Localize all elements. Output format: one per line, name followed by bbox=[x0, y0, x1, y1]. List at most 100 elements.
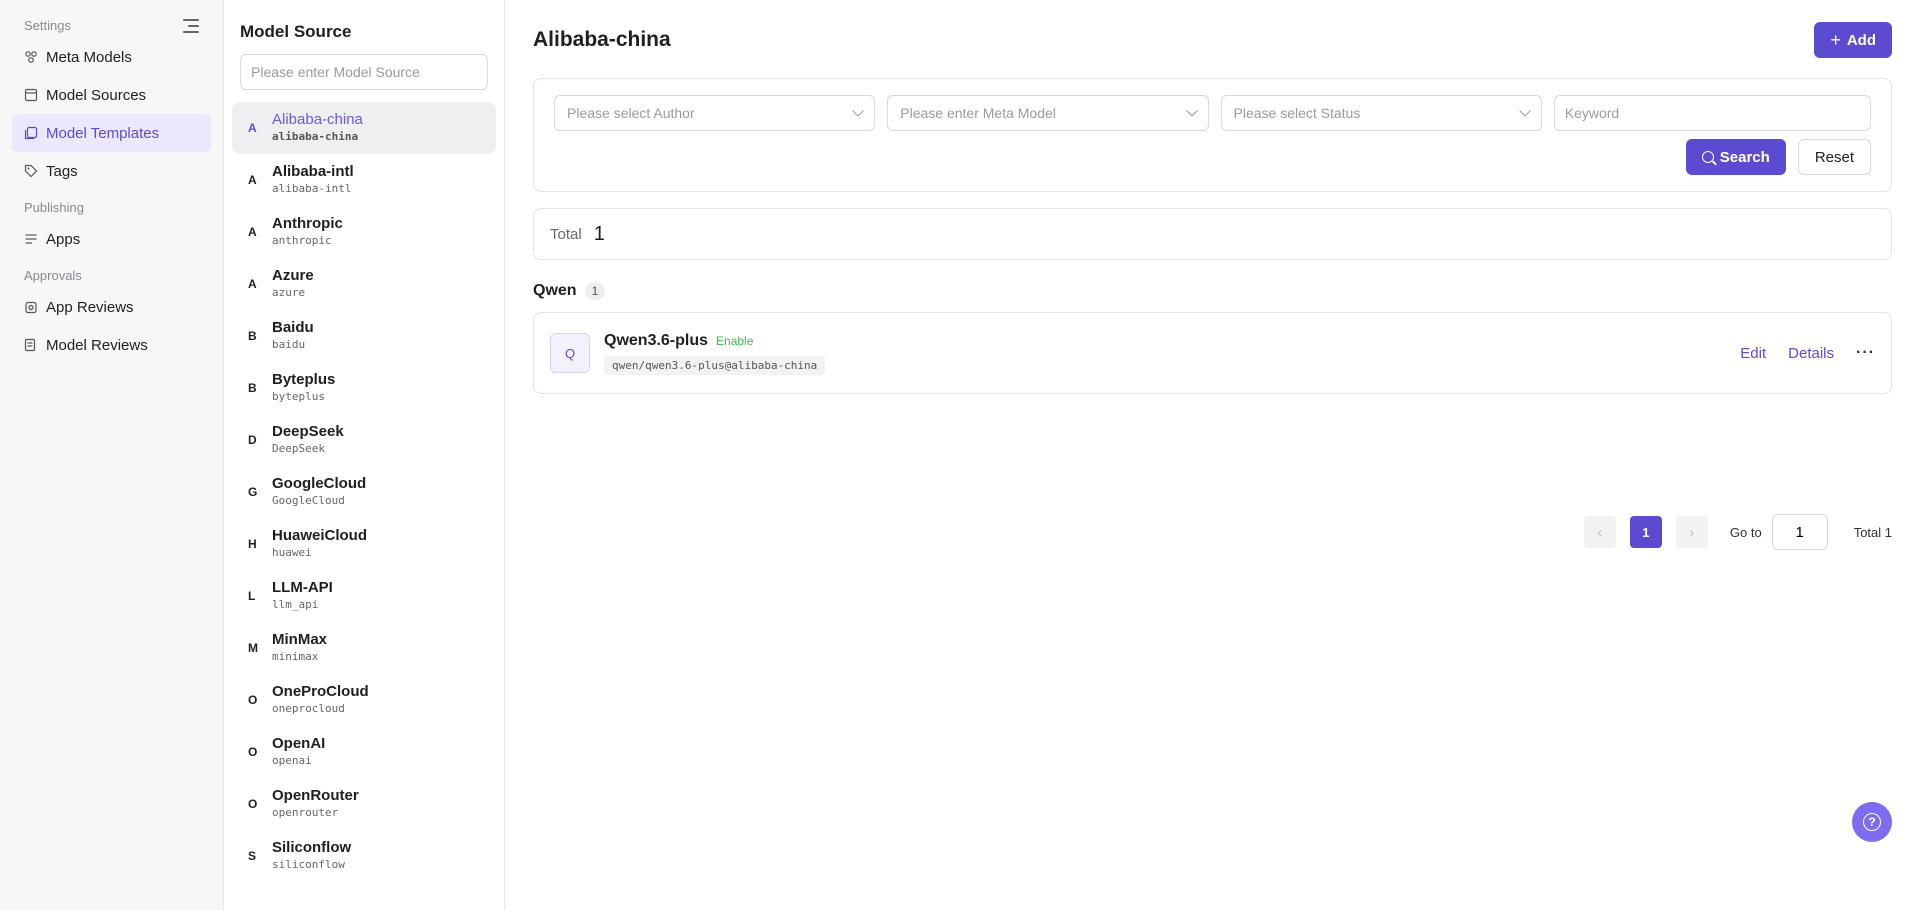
reset-button[interactable]: Reset bbox=[1797, 139, 1871, 175]
search-button[interactable]: Search bbox=[1685, 139, 1786, 175]
model-source-item[interactable]: A Azure azure bbox=[232, 258, 496, 310]
model-info: Qwen3.6-plus Enable qwen/qwen3.6-plus@al… bbox=[604, 332, 1740, 375]
model-source-item[interactable]: O OpenRouter openrouter bbox=[232, 778, 496, 830]
model-code: qwen/qwen3.6-plus@alibaba-china bbox=[604, 355, 826, 375]
nav-item-model-templates[interactable]: Model Templates bbox=[12, 114, 211, 152]
source-letter: A bbox=[248, 277, 257, 291]
filter-panel: Please select Author Please enter Meta M… bbox=[533, 78, 1892, 192]
help-button[interactable]: ? bbox=[1852, 802, 1892, 842]
source-code: anthropic bbox=[272, 234, 332, 247]
edit-button[interactable]: Edit bbox=[1740, 345, 1766, 362]
filter-actions: Search Reset bbox=[554, 139, 1871, 175]
more-options-icon[interactable]: ··· bbox=[1856, 344, 1875, 362]
group-header: Qwen 1 bbox=[533, 280, 1892, 302]
source-letter: B bbox=[248, 329, 257, 343]
model-reviews-icon bbox=[24, 338, 38, 352]
source-name: MinMax bbox=[272, 631, 328, 648]
model-source-item[interactable]: A Alibaba-intl alibaba-intl bbox=[232, 154, 496, 206]
plus-icon: + bbox=[1830, 30, 1841, 50]
model-source-item[interactable]: O OneProCloud oneprocloud bbox=[232, 674, 496, 726]
nav-item-label: Apps bbox=[46, 230, 81, 248]
next-page-button[interactable]: › bbox=[1675, 516, 1708, 548]
source-code: llm_api bbox=[272, 598, 319, 611]
source-name: OneProCloud bbox=[272, 683, 369, 700]
model-avatar: Q bbox=[550, 333, 590, 373]
add-button[interactable]: + Add bbox=[1814, 22, 1892, 58]
nav-section-settings: Settings bbox=[12, 14, 211, 38]
model-source-panel: Model Source A Alibaba-china alibaba-china… bbox=[224, 0, 505, 910]
model-templates-icon bbox=[24, 126, 38, 140]
page-title: Alibaba-china bbox=[533, 28, 671, 51]
model-source-item[interactable]: B Byteplus byteplus bbox=[232, 362, 496, 414]
nav-item-label: Tags bbox=[46, 162, 78, 180]
nav-section-label: Publishing bbox=[24, 200, 84, 215]
source-name: GoogleCloud bbox=[272, 475, 367, 492]
pagination-total: Total 1 bbox=[1853, 524, 1892, 540]
add-button-label: Add bbox=[1846, 31, 1876, 49]
model-source-item[interactable]: O OpenAI openai bbox=[232, 726, 496, 778]
model-source-list: A Alibaba-china alibaba-china A Alibaba-int… bbox=[232, 102, 496, 882]
meta-model-select[interactable]: Please enter Meta Model bbox=[887, 95, 1209, 131]
model-source-item[interactable]: G GoogleCloud GoogleCloud bbox=[232, 466, 496, 518]
source-letter: L bbox=[248, 589, 256, 603]
source-letter: A bbox=[248, 173, 257, 187]
pagination: ‹ 1 › Go to Total 1 bbox=[1583, 514, 1892, 550]
model-source-item[interactable]: S Siliconflow siliconflow bbox=[232, 830, 496, 882]
model-source-title: Model Source bbox=[240, 22, 352, 41]
meta-models-icon bbox=[24, 50, 38, 64]
group-name: Qwen bbox=[533, 282, 577, 299]
nav-item-label: Meta Models bbox=[46, 48, 132, 66]
search-button-label: Search bbox=[1719, 148, 1770, 166]
model-source-item[interactable]: A Alibaba-china alibaba-china bbox=[232, 102, 496, 154]
nav-item-model-reviews[interactable]: Model Reviews bbox=[12, 326, 211, 364]
nav-item-apps[interactable]: Apps bbox=[12, 220, 211, 258]
apps-list-icon bbox=[24, 232, 38, 246]
nav-item-label: Model Templates bbox=[46, 124, 160, 142]
nav-item-meta-models[interactable]: Meta Models bbox=[12, 38, 211, 76]
chevron-down-icon bbox=[852, 105, 864, 117]
model-top-row: Qwen3.6-plus Enable bbox=[604, 332, 1740, 350]
nav-section-label: Approvals bbox=[24, 268, 82, 283]
author-select[interactable]: Please select Author bbox=[554, 95, 876, 131]
chevron-down-icon bbox=[1185, 105, 1198, 117]
source-letter: M bbox=[248, 641, 258, 655]
source-code: huawei bbox=[272, 546, 312, 559]
model-sources-icon bbox=[24, 88, 38, 102]
model-source-item[interactable]: L LLM-API llm_api bbox=[232, 570, 496, 622]
source-code: byteplus bbox=[272, 390, 325, 403]
model-actions: Edit Details ··· bbox=[1740, 344, 1875, 362]
source-letter: G bbox=[248, 485, 258, 499]
source-code: openai bbox=[272, 754, 312, 767]
nav-item-tags[interactable]: Tags bbox=[12, 152, 211, 190]
main-content: Alibaba-china + Add Please select Author… bbox=[505, 0, 1920, 910]
model-source-item[interactable]: A Anthropic anthropic bbox=[232, 206, 496, 258]
prev-page-button[interactable]: ‹ bbox=[1583, 516, 1616, 548]
source-letter: O bbox=[248, 797, 258, 811]
collapse-sidebar-icon[interactable] bbox=[183, 19, 199, 33]
meta-model-select-placeholder: Please enter Meta Model bbox=[900, 105, 1056, 121]
source-name: Anthropic bbox=[272, 215, 343, 232]
keyword-input[interactable] bbox=[1553, 95, 1871, 131]
author-select-placeholder: Please select Author bbox=[567, 105, 695, 121]
nav-sidebar: Settings Meta Models Model Sources Model… bbox=[0, 0, 224, 910]
model-source-item[interactable]: M MinMax minimax bbox=[232, 622, 496, 674]
goto-page-input[interactable] bbox=[1771, 514, 1828, 550]
model-source-item[interactable]: D DeepSeek DeepSeek bbox=[232, 414, 496, 466]
source-name: LLM-API bbox=[272, 579, 333, 596]
nav-item-model-sources[interactable]: Model Sources bbox=[12, 76, 211, 114]
status-select[interactable]: Please select Status bbox=[1220, 95, 1542, 131]
nav-item-app-reviews[interactable]: App Reviews bbox=[12, 288, 211, 326]
details-button[interactable]: Details bbox=[1788, 345, 1834, 362]
total-label: Total bbox=[550, 225, 582, 243]
app-reviews-icon bbox=[24, 300, 38, 314]
total-value: 1 bbox=[593, 222, 605, 245]
model-source-item[interactable]: B Baidu baidu bbox=[232, 310, 496, 362]
page-1-button[interactable]: 1 bbox=[1629, 516, 1662, 548]
model-source-item[interactable]: H HuaweiCloud huawei bbox=[232, 518, 496, 570]
source-name: Azure bbox=[272, 267, 314, 284]
source-code: alibaba-china bbox=[272, 130, 359, 143]
filter-row: Please select Author Please enter Meta M… bbox=[554, 95, 1871, 131]
source-letter: B bbox=[248, 381, 257, 395]
app-root: Settings Meta Models Model Sources Model… bbox=[0, 0, 1920, 910]
model-source-search-input[interactable] bbox=[240, 54, 488, 90]
